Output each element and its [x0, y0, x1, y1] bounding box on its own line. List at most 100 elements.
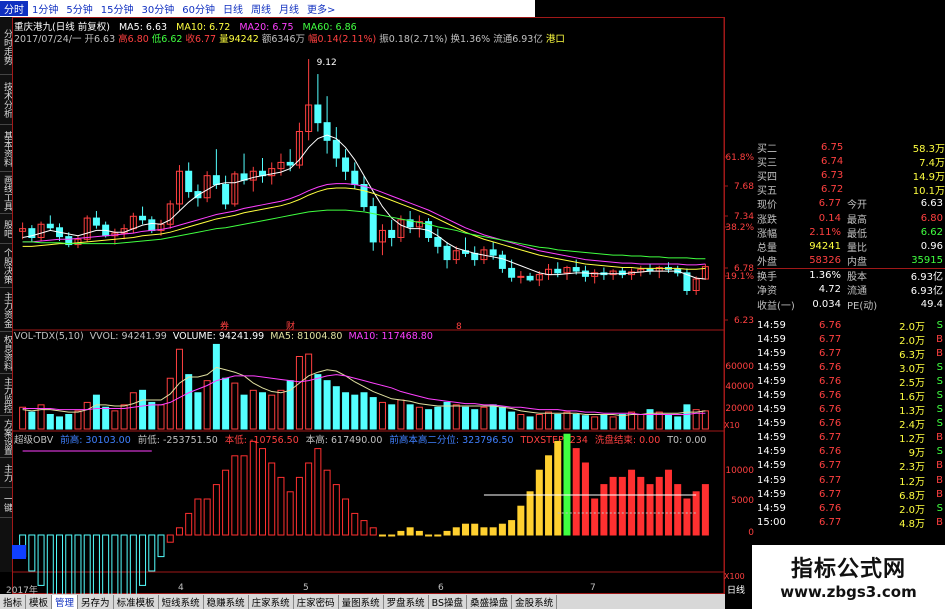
trade-side: B [936, 347, 943, 359]
trade-volume: 1.3万 [899, 406, 925, 418]
left-tab-4[interactable]: 股吧 [0, 215, 12, 244]
buy-level-label: 买三 [757, 157, 777, 169]
period-tab-9[interactable]: 更多> [303, 1, 339, 16]
bottom-tab-7[interactable]: 庄家系统 [249, 594, 294, 609]
volume-bar [175, 348, 183, 430]
obv-bar [388, 534, 396, 537]
obv-bar [83, 534, 91, 594]
obv-bar [554, 440, 562, 536]
left-tab-0[interactable]: 分时走势 [0, 19, 12, 75]
volume-bar [222, 377, 230, 430]
stat-label: 换手 [757, 272, 777, 284]
period-tab-1[interactable]: 1分钟 [28, 1, 62, 16]
watermark-url: www.zbgs3.com [780, 583, 917, 601]
candle-body [148, 219, 156, 231]
bottom-tab-13[interactable]: 金股系统 [512, 594, 558, 609]
obv-bar [471, 523, 479, 536]
obv-bar [259, 448, 267, 536]
obv-bar [535, 469, 543, 536]
volume-bar [203, 380, 211, 430]
stat-value: 0.96 [920, 240, 943, 252]
obv-bar [102, 534, 110, 594]
period-tab-0[interactable]: 分时 [0, 1, 28, 16]
bottom-tab-0[interactable]: 指标 [0, 594, 27, 609]
volume-bar [581, 415, 589, 430]
left-tab-7[interactable]: 权息资料 [0, 333, 12, 374]
volume-bar [46, 414, 54, 430]
volume-bar [545, 411, 553, 430]
period-tab-5[interactable]: 60分钟 [178, 1, 219, 16]
obv-bar [397, 530, 405, 536]
obv-bar [683, 498, 691, 536]
volume-bar [102, 406, 110, 430]
trade-side: S [936, 502, 943, 514]
volume-bar [674, 416, 682, 430]
obv-bar [194, 498, 202, 536]
trade-side: S [936, 404, 943, 416]
buy-level-row: 买二 6.75 58.3万 [757, 140, 945, 155]
period-tab-8[interactable]: 月线 [275, 1, 303, 16]
left-tab-10[interactable]: 主力 [0, 459, 12, 488]
volume-bar [157, 404, 165, 430]
buy-level-volume: 58.3万 [912, 143, 945, 155]
candle-body [489, 249, 497, 256]
left-tab-3[interactable]: 画线工具 [0, 173, 12, 214]
candle-body [517, 275, 525, 278]
kline-chart[interactable]: 61.8%7.687.3438.2%6.7819.1%6.239.12券财 860… [12, 17, 755, 594]
bottom-tab-3[interactable]: 另存为 [78, 594, 114, 609]
bottom-tab-11[interactable]: BS操盘 [429, 594, 468, 609]
stat-value: 35915 [911, 255, 943, 267]
x-axis-label-1: 4 [178, 583, 184, 593]
left-tab-9[interactable]: 方案设置 [0, 417, 12, 458]
trade-row: 14:59 6.77 6.8万 B [757, 487, 945, 502]
bottom-tab-1[interactable]: 模板 [26, 594, 53, 609]
obv-bar [268, 462, 276, 536]
stat-label: 股本 [847, 272, 867, 284]
obv-bar [425, 534, 433, 537]
candle-body [572, 267, 580, 272]
left-tab-11[interactable]: 一键 [0, 489, 12, 518]
trade-volume: 2.0万 [899, 335, 925, 347]
obv-bar [498, 523, 506, 536]
left-tab-5[interactable]: 个股决策 [0, 245, 12, 288]
bottom-tab-12[interactable]: 桑盛操盘 [467, 594, 513, 609]
period-tab-7[interactable]: 周线 [247, 1, 275, 16]
period-tab-2[interactable]: 5分钟 [62, 1, 96, 16]
left-tab-8[interactable]: 主力监控 [0, 375, 12, 416]
bottom-tab-5[interactable]: 短线系统 [159, 594, 204, 609]
candle-body [508, 267, 516, 278]
obv-bar [175, 527, 183, 536]
trade-price: 6.76 [819, 502, 842, 514]
period-tab-6[interactable]: 日线 [219, 1, 247, 16]
trade-price: 6.77 [819, 333, 842, 345]
obv-bar [406, 527, 414, 536]
bottom-tab-6[interactable]: 稳赚系统 [204, 594, 249, 609]
price-axis-label: 7.34 [734, 212, 754, 222]
obv-bar [664, 469, 672, 536]
left-tab-1[interactable]: 技术分析 [0, 76, 12, 125]
volume-axis-label: 40000 [725, 382, 754, 392]
volume-bar [646, 409, 654, 430]
x-axis-label-4: 7 [590, 583, 596, 593]
bottom-tab-2[interactable]: 管理 [52, 594, 79, 609]
bottom-tab-9[interactable]: 量图系统 [339, 594, 384, 609]
bottom-tab-4[interactable]: 标准模板 [114, 594, 159, 609]
left-tab-2[interactable]: 基本资料 [0, 126, 12, 172]
volume-bar [664, 414, 672, 430]
stat-label: 净资 [757, 286, 777, 298]
period-tab-3[interactable]: 15分钟 [97, 1, 138, 16]
period-tab-4[interactable]: 30分钟 [137, 1, 178, 16]
price-axis-label: 61.8% [725, 153, 754, 163]
bottom-tab-8[interactable]: 庄家密码 [294, 594, 339, 609]
obv-bar [581, 462, 589, 536]
stat-row: 总量 94241 量比 0.96 [757, 239, 945, 254]
bottom-tab-10[interactable]: 罗盘系统 [384, 594, 429, 609]
left-tab-6[interactable]: 主力资金 [0, 289, 12, 332]
trade-side: B [936, 488, 943, 500]
obv-bar [674, 484, 682, 536]
buy-level-price: 6.75 [821, 141, 844, 153]
volume-bar [295, 356, 303, 430]
volume-bar [591, 416, 599, 430]
candle-body [46, 223, 54, 229]
side-label-daily[interactable]: 日线 [727, 583, 745, 596]
